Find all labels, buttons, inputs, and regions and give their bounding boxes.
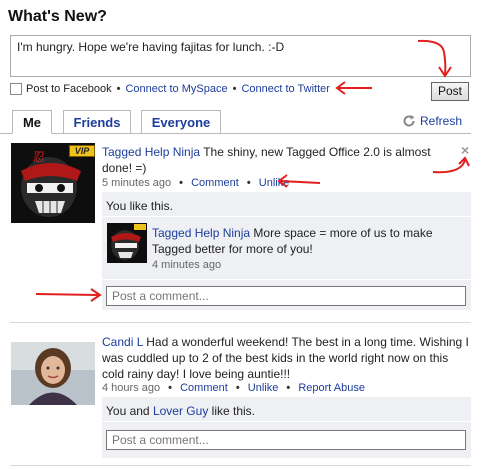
post-timestamp: 5 minutes ago [102, 177, 172, 189]
status-input[interactable]: I'm hungry. Hope we're having fajitas fo… [10, 35, 471, 77]
post-timestamp: 4 hours ago [102, 382, 161, 394]
post-text: Tagged Help Ninja The shiny, new Tagged … [102, 144, 448, 176]
separator-dot: • [235, 382, 240, 394]
ninja-image [107, 223, 147, 263]
comment-input[interactable]: Post a comment... [106, 286, 466, 306]
comment-link[interactable]: Comment [180, 382, 228, 394]
connect-myspace-link[interactable]: Connect to MySpace [125, 83, 227, 95]
unlike-link[interactable]: Unlike [248, 382, 279, 394]
feed-divider [10, 465, 471, 466]
annotation-arrow-icon [35, 288, 102, 302]
separator-dot: • [246, 177, 251, 189]
separator-dot: • [286, 382, 291, 394]
likes-prefix: You and [106, 404, 153, 418]
vip-badge: VIP [69, 145, 95, 157]
post-meta: 5 minutes ago • Comment • Unlike [102, 177, 289, 189]
post-to-facebook-checkbox[interactable] [10, 83, 22, 95]
reply-author-link[interactable]: Tagged Help Ninja [152, 226, 250, 240]
likes-suffix: like this. [208, 404, 255, 418]
annotation-arrow-icon [277, 174, 321, 188]
likes-text: You like this. [106, 199, 173, 213]
annotation-arrow-icon [335, 81, 372, 95]
separator-dot: • [116, 83, 121, 95]
ninja-avatar[interactable]: 忍 VIP [11, 143, 95, 223]
friend-link[interactable]: Lover Guy [153, 404, 208, 418]
feed-divider [10, 322, 471, 323]
reply-avatar[interactable] [107, 223, 147, 263]
connect-twitter-link[interactable]: Connect to Twitter [241, 83, 329, 95]
likes-text: You and Lover Guy like this. [106, 403, 255, 419]
refresh-icon [403, 115, 415, 127]
report-abuse-link[interactable]: Report Abuse [298, 382, 365, 394]
reply-timestamp: 4 minutes ago [152, 259, 222, 271]
svg-text:忍: 忍 [33, 150, 45, 164]
reply-divider [102, 279, 471, 280]
tab-everyone[interactable]: Everyone [141, 110, 221, 134]
separator-dot: • [232, 83, 237, 95]
separator-dot: • [179, 177, 184, 189]
annotation-arrow-icon [417, 39, 452, 78]
separator-dot: • [168, 382, 173, 394]
author-link[interactable]: Tagged Help Ninja [102, 145, 200, 159]
tab-friends[interactable]: Friends [63, 110, 131, 134]
author-link[interactable]: Candi L [102, 335, 143, 349]
annotation-arrow-icon [432, 156, 470, 174]
post-text: Candi L Had a wonderful weekend! The bes… [102, 334, 472, 382]
tab-me[interactable]: Me [12, 110, 52, 134]
comment-link[interactable]: Comment [191, 177, 239, 189]
post-to-facebook-label: Post to Facebook [26, 83, 112, 95]
post-meta: 4 hours ago • Comment • Unlike • Report … [102, 382, 365, 394]
page-title: What's New? [8, 8, 107, 25]
user-photo [11, 342, 95, 405]
refresh-label: Refresh [420, 114, 463, 128]
post-button[interactable]: Post [431, 82, 469, 101]
reply-text: Tagged Help Ninja More space = more of u… [152, 225, 468, 257]
share-options: Post to Facebook • Connect to MySpace • … [10, 81, 330, 97]
comment-input[interactable]: Post a comment... [106, 430, 466, 450]
candi-avatar[interactable] [11, 342, 95, 405]
post-body: Had a wonderful weekend! The best in a l… [102, 335, 469, 381]
likes-divider [102, 216, 471, 217]
refresh-button[interactable]: Refresh [402, 114, 462, 128]
likes-divider [102, 421, 471, 422]
